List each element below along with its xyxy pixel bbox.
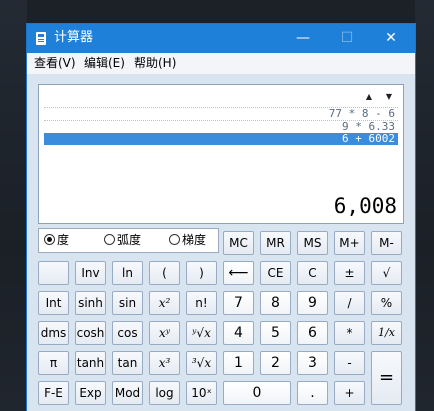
cube-button[interactable]: x³ xyxy=(149,351,180,375)
dms-button[interactable]: dms xyxy=(38,321,69,345)
digit-9-button[interactable]: 9 xyxy=(297,291,328,315)
digit-5-button[interactable]: 5 xyxy=(260,321,291,345)
backspace-button[interactable]: ⟵ xyxy=(223,261,254,285)
percent-button[interactable]: % xyxy=(371,291,402,315)
divide-button[interactable]: / xyxy=(334,291,365,315)
mod-button[interactable]: Mod xyxy=(112,381,143,405)
desktop-background-right xyxy=(415,0,434,411)
menu-view[interactable]: 查看(V) xyxy=(34,56,76,71)
tan-button[interactable]: tan xyxy=(112,351,143,375)
fe-button[interactable]: F-E xyxy=(38,381,69,405)
square-button[interactable]: x² xyxy=(149,291,180,315)
ln-button[interactable]: ln xyxy=(112,261,143,285)
exp-button[interactable]: Exp xyxy=(75,381,106,405)
radio-unchecked-icon xyxy=(169,234,180,245)
calculator-icon xyxy=(36,32,46,45)
calculator-body: ▲ ▼ 77 * 8 - 6 9 * 6.33 6 + 6002 6,008 度… xyxy=(27,74,415,411)
radio-radians-label: 弧度 xyxy=(117,233,142,247)
add-button[interactable]: + xyxy=(334,381,365,405)
memory-recall-button[interactable]: MR xyxy=(260,231,291,255)
angle-mode-group: 度 弧度 梯度 xyxy=(38,228,219,253)
decimal-button[interactable]: . xyxy=(297,381,328,405)
digit-2-button[interactable]: 2 xyxy=(260,351,291,375)
reciprocal-button[interactable]: 1/x xyxy=(371,321,402,345)
radio-degrees[interactable]: 度 xyxy=(44,233,69,248)
maximize-icon: ☐ xyxy=(340,30,354,46)
clear-entry-button[interactable]: CE xyxy=(260,261,291,285)
pi-button[interactable]: π xyxy=(38,351,69,375)
equals-button[interactable]: = xyxy=(371,351,402,405)
digit-1-button[interactable]: 1 xyxy=(223,351,254,375)
memory-add-button[interactable]: M+ xyxy=(334,231,365,255)
multiply-button[interactable]: * xyxy=(334,321,365,345)
negate-button[interactable]: ± xyxy=(334,261,365,285)
blank-button[interactable] xyxy=(38,261,69,285)
clear-button[interactable]: C xyxy=(297,261,328,285)
minimize-icon: — xyxy=(296,30,310,46)
radio-gradians-label: 梯度 xyxy=(182,233,207,247)
menu-edit[interactable]: 编辑(E) xyxy=(84,56,125,71)
history-scroll-down-icon[interactable]: ▼ xyxy=(381,89,397,105)
digit-0-button[interactable]: 0 xyxy=(223,381,291,405)
memory-clear-button[interactable]: MC xyxy=(223,231,254,255)
int-button[interactable]: Int xyxy=(38,291,69,315)
history-item[interactable]: 9 * 6.33 xyxy=(44,120,398,133)
sinh-button[interactable]: sinh xyxy=(75,291,106,315)
tanh-button[interactable]: tanh xyxy=(75,351,106,375)
digit-6-button[interactable]: 6 xyxy=(297,321,328,345)
radio-unchecked-icon xyxy=(104,234,115,245)
cosh-button[interactable]: cosh xyxy=(75,321,106,345)
history-scroll-up-icon[interactable]: ▲ xyxy=(361,89,377,105)
digit-7-button[interactable]: 7 xyxy=(223,291,254,315)
cos-button[interactable]: cos xyxy=(112,321,143,345)
radio-gradians[interactable]: 梯度 xyxy=(169,233,206,248)
history-item-selected[interactable]: 6 + 6002 xyxy=(44,133,398,145)
menu-help[interactable]: 帮助(H) xyxy=(134,56,176,71)
minimize-button[interactable]: — xyxy=(281,24,325,53)
digit-4-button[interactable]: 4 xyxy=(223,321,254,345)
digit-8-button[interactable]: 8 xyxy=(260,291,291,315)
factorial-button[interactable]: n! xyxy=(186,291,217,315)
radio-checked-icon xyxy=(44,234,55,245)
memory-subtract-button[interactable]: M- xyxy=(371,231,402,255)
result-display: 6,008 xyxy=(333,194,397,218)
title-bar[interactable]: 计算器 — ☐ ✕ xyxy=(27,24,415,53)
power-button[interactable]: xʸ xyxy=(149,321,180,345)
inv-button[interactable]: Inv xyxy=(75,261,106,285)
ten-power-button[interactable]: 10ˣ xyxy=(186,381,217,405)
digit-3-button[interactable]: 3 xyxy=(297,351,328,375)
sin-button[interactable]: sin xyxy=(112,291,143,315)
radio-radians[interactable]: 弧度 xyxy=(104,233,141,248)
window-title: 计算器 xyxy=(54,30,94,45)
radio-degrees-label: 度 xyxy=(57,233,70,247)
maximize-button[interactable]: ☐ xyxy=(325,24,369,53)
sqrt-button[interactable]: √ xyxy=(371,261,402,285)
log-button[interactable]: log xyxy=(149,381,180,405)
memory-store-button[interactable]: MS xyxy=(297,231,328,255)
subtract-button[interactable]: - xyxy=(334,351,365,375)
close-paren-button[interactable]: ) xyxy=(186,261,217,285)
display-panel: ▲ ▼ 77 * 8 - 6 9 * 6.33 6 + 6002 6,008 xyxy=(38,84,404,224)
desktop-background-left xyxy=(0,0,27,411)
history-item[interactable]: 77 * 8 - 6 xyxy=(44,107,398,120)
open-paren-button[interactable]: ( xyxy=(149,261,180,285)
close-icon: ✕ xyxy=(385,30,397,46)
yroot-button[interactable]: ʸ√x xyxy=(186,321,217,345)
cube-root-button[interactable]: ³√x xyxy=(186,351,217,375)
close-button[interactable]: ✕ xyxy=(369,24,413,53)
menu-bar: 查看(V) 编辑(E) 帮助(H) xyxy=(27,53,415,74)
calculator-window: 计算器 — ☐ ✕ 查看(V) 编辑(E) 帮助(H) ▲ ▼ 77 * 8 -… xyxy=(27,24,415,411)
